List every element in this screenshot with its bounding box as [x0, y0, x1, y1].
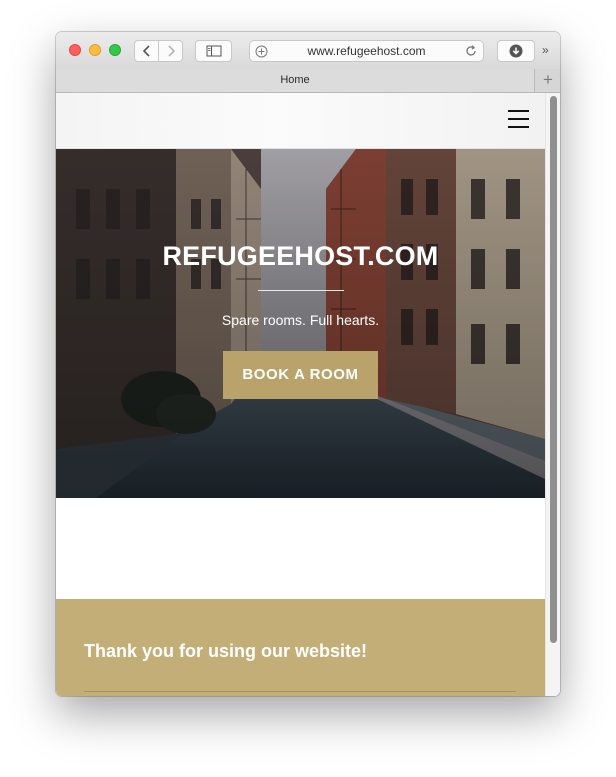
menu-icon[interactable]: [508, 110, 529, 128]
back-button[interactable]: [134, 40, 159, 62]
chevrons-icon[interactable]: »: [542, 43, 549, 57]
minimize-window-button[interactable]: [89, 44, 101, 56]
footer-message: Thank you for using our website!: [84, 641, 368, 661]
hero-title: REFUGEEHOST.COM: [162, 241, 439, 271]
browser-window: www.refugeehost.com » Home + REFUGEEHOST…: [56, 32, 560, 696]
page-viewport: REFUGEEHOST.COM Spare rooms. Full hearts…: [56, 93, 560, 696]
site-footer: Thank you for using our website!: [56, 599, 545, 696]
close-window-button[interactable]: [69, 44, 81, 56]
content-spacer: [56, 498, 545, 599]
hero-divider: [258, 290, 344, 291]
hero-section: REFUGEEHOST.COM Spare rooms. Full hearts…: [56, 149, 545, 498]
forward-icon: [167, 45, 175, 57]
sidebar-toggle-button[interactable]: [195, 40, 232, 62]
footer-divider: [84, 691, 516, 692]
book-a-room-button[interactable]: BOOK A ROOM: [223, 351, 378, 399]
download-icon: [509, 44, 523, 58]
scrollbar-thumb[interactable]: [550, 96, 557, 643]
downloads-button[interactable]: [497, 40, 535, 62]
browser-toolbar: www.refugeehost.com »: [56, 32, 560, 70]
url-text: www.refugeehost.com: [307, 44, 426, 58]
zoom-window-button[interactable]: [109, 44, 121, 56]
tab-home[interactable]: Home: [56, 69, 535, 92]
forward-button[interactable]: [158, 40, 183, 62]
new-tab-button[interactable]: +: [536, 69, 560, 92]
sidebar-icon: [206, 45, 221, 57]
address-bar[interactable]: www.refugeehost.com: [249, 40, 484, 62]
reload-icon[interactable]: [464, 44, 478, 58]
page-scrollbar[interactable]: [545, 93, 560, 696]
site-header: [56, 93, 545, 149]
hero-tagline: Spare rooms. Full hearts.: [221, 312, 380, 328]
back-icon: [142, 45, 150, 57]
tab-bar: Home +: [56, 69, 560, 93]
